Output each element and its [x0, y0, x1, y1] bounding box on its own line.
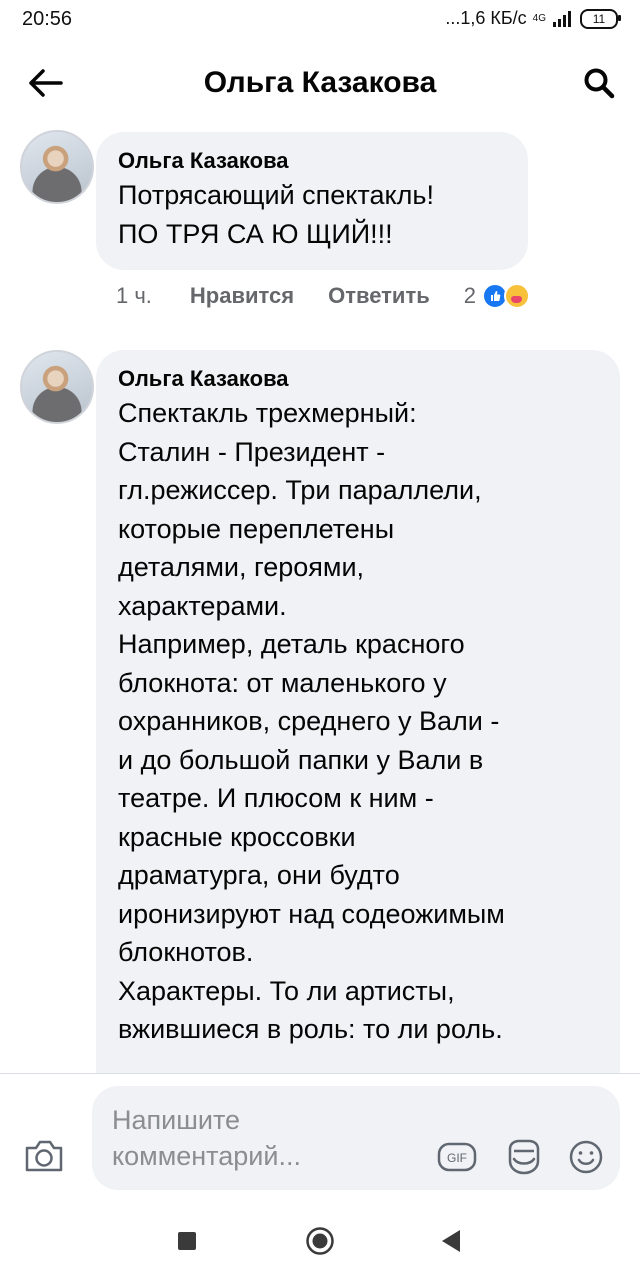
- battery-icon: 11: [580, 8, 621, 29]
- camera-button[interactable]: [22, 1134, 66, 1178]
- sticker-button[interactable]: [502, 1136, 546, 1178]
- comment-box[interactable]: Напишите комментарий... GIF: [92, 1086, 620, 1190]
- home-button[interactable]: [305, 1226, 335, 1256]
- sticker-icon: [508, 1139, 540, 1175]
- comment-time[interactable]: 1 ч.: [116, 283, 152, 309]
- search-button[interactable]: [576, 60, 622, 106]
- network-speed: ...1,6 КБ/с: [445, 8, 527, 28]
- comment-input[interactable]: Напишите комментарий...: [112, 1102, 412, 1174]
- comment-author[interactable]: Ольга Казакова: [118, 146, 506, 176]
- comment: Ольга Казакова Спектакль трехмерный: Ста…: [20, 350, 620, 1110]
- comment-text: Спектакль трехмерный: Сталин - Президент…: [118, 398, 505, 1044]
- system-nav-bar: [0, 1200, 640, 1280]
- gif-icon: GIF: [437, 1142, 477, 1172]
- comment-author[interactable]: Ольга Казакова: [118, 364, 598, 394]
- comment-composer: Напишите комментарий... GIF: [0, 1074, 640, 1200]
- avatar[interactable]: [20, 350, 94, 424]
- like-button[interactable]: Нравится: [190, 283, 294, 309]
- emoji-icon: [569, 1140, 603, 1174]
- recents-button[interactable]: [178, 1232, 196, 1250]
- comment-bubble[interactable]: Ольга Казакова Спектакль трехмерный: Ста…: [96, 350, 620, 1110]
- reply-button[interactable]: Ответить: [328, 283, 430, 309]
- status-indicators: ...1,6 КБ/с 4G 11: [445, 8, 621, 29]
- top-bar: Ольга Казакова: [0, 44, 640, 120]
- gif-label: GIF: [447, 1151, 467, 1165]
- page-title: Ольга Казакова: [203, 66, 437, 99]
- status-bar: 20:56 ...1,6 КБ/с 4G 11: [0, 0, 640, 40]
- comment-text: Потрясающий спектакль! ПО ТРЯ СА Ю ЩИЙ!!…: [118, 180, 434, 249]
- emoji-button[interactable]: [564, 1136, 608, 1178]
- comment: Ольга Казакова Потрясающий спектакль! ПО…: [20, 130, 620, 320]
- comment-actions: 1 ч. Нравится Ответить 2: [116, 283, 531, 309]
- network-type: 4G: [532, 13, 546, 24]
- care-icon: [504, 283, 531, 309]
- status-time: 20:56: [22, 8, 73, 30]
- signal-icon: [553, 10, 571, 27]
- search-icon: [584, 68, 615, 99]
- avatar[interactable]: [20, 130, 94, 204]
- comment-bubble[interactable]: Ольга Казакова Потрясающий спектакль! ПО…: [96, 132, 528, 270]
- gif-button[interactable]: GIF: [437, 1140, 477, 1174]
- reaction-summary[interactable]: 2: [463, 283, 531, 309]
- system-back-button[interactable]: [440, 1228, 462, 1254]
- camera-icon: [25, 1140, 63, 1172]
- reaction-count: 2: [463, 283, 477, 308]
